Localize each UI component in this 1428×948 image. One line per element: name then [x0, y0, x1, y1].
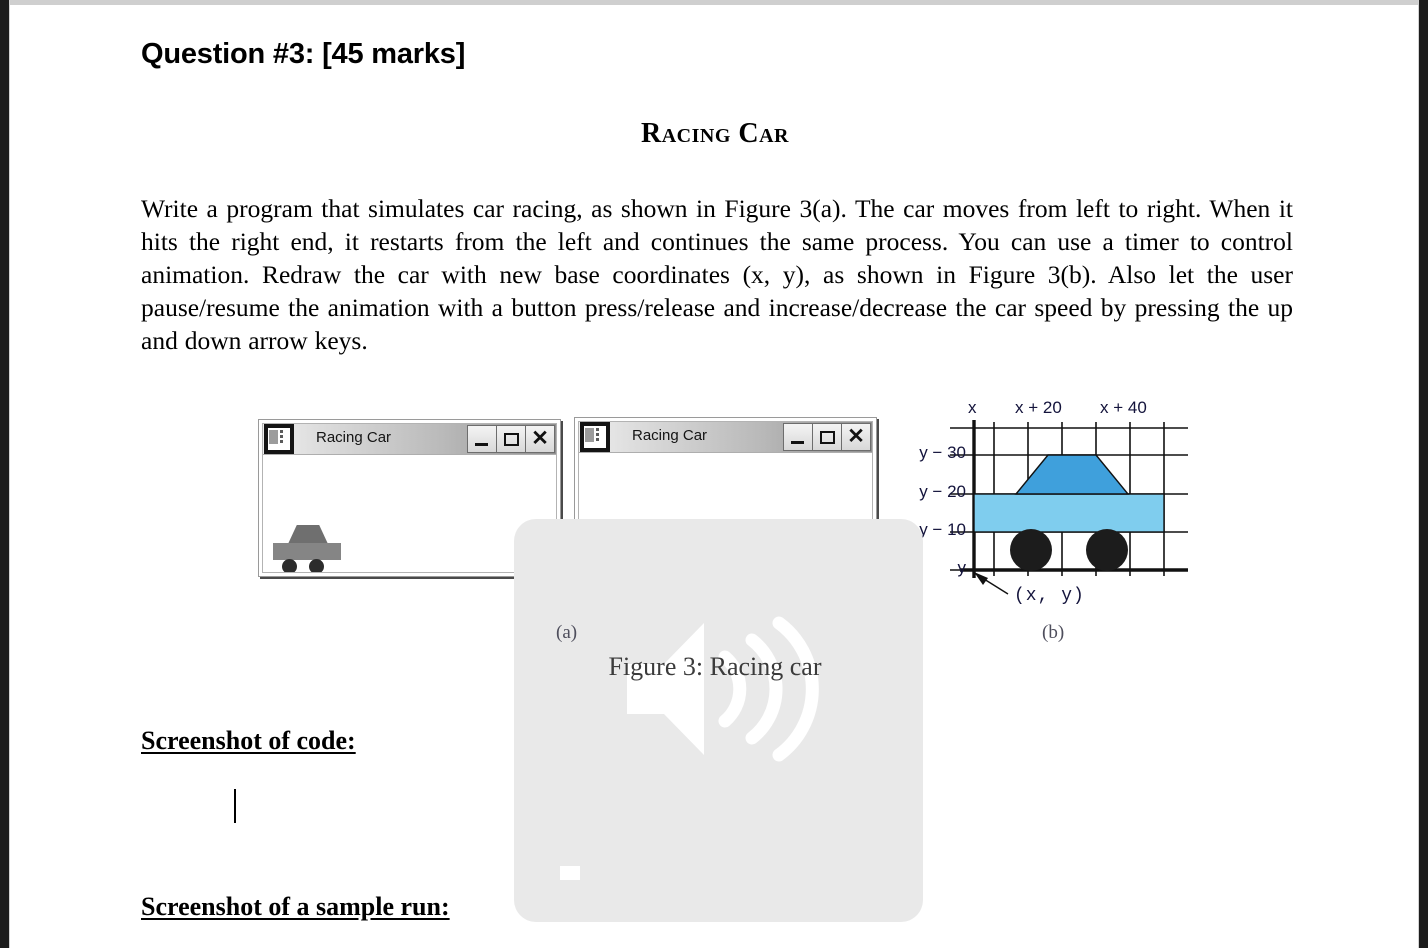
minimize-button[interactable] — [467, 425, 497, 453]
overlay-progress-chip — [560, 866, 580, 880]
minimize-button[interactable] — [783, 423, 813, 451]
window-b-titlebar[interactable]: Racing Car ✕ — [579, 422, 872, 453]
diagram-wheel-rear — [1086, 529, 1128, 571]
window-a-controls: ✕ — [467, 425, 555, 453]
window-a-title: Racing Car — [316, 429, 392, 446]
text-cursor[interactable] — [234, 789, 236, 823]
window-b-controls: ✕ — [783, 423, 871, 451]
diagram-ylabel-1: y − 20 — [919, 482, 966, 501]
window-a-titlebar[interactable]: Racing Car ✕ — [263, 424, 556, 455]
maximize-button[interactable] — [496, 425, 526, 453]
diagram-ylabel-0: y − 30 — [919, 443, 966, 462]
figure-label-b: (b) — [1042, 622, 1065, 643]
document-page: Question #3: [45 marks] Racing Car Write… — [9, 0, 1419, 948]
close-button[interactable]: ✕ — [841, 423, 871, 451]
figure-caption: Figure 3: Racing car — [608, 652, 822, 681]
figure-3: Racing Car ✕ Racing Car ✕ x x + 20 x + 4… — [10, 0, 1418, 948]
origin-arrow — [974, 572, 1009, 595]
figure-label-a: (a) — [556, 622, 578, 643]
maximize-button[interactable] — [812, 423, 842, 451]
volume-overlay-panel — [514, 519, 923, 922]
diagram-xlabel-0: x — [968, 398, 977, 417]
coordinate-diagram-svg — [950, 420, 1188, 595]
speaker-volume-icon — [627, 616, 819, 762]
window-a-canvas[interactable] — [263, 455, 556, 572]
diagram-car-roof — [1014, 454, 1130, 495]
screenshot-of-code-heading: Screenshot of code: — [141, 726, 356, 755]
window-a-inner-frame: Racing Car ✕ — [262, 423, 557, 573]
diagram-car-body — [973, 493, 1165, 533]
app-window-icon — [264, 424, 294, 454]
diagram-xlabel-2: x + 40 — [1100, 398, 1147, 417]
origin-coordinate-label: (x, y) — [1014, 586, 1085, 606]
close-button[interactable]: ✕ — [525, 425, 555, 453]
window-b-title: Racing Car — [632, 427, 708, 444]
diagram-xlabel-1: x + 20 — [1015, 398, 1062, 417]
diagram-wheel-front — [1010, 529, 1052, 571]
coordinate-diagram: x x + 20 x + 40 y − 30 y − 20 y − 10 y (… — [919, 398, 1200, 613]
app-window-icon — [580, 422, 610, 452]
screenshot-of-sample-run-heading: Screenshot of a sample run: — [141, 892, 450, 921]
